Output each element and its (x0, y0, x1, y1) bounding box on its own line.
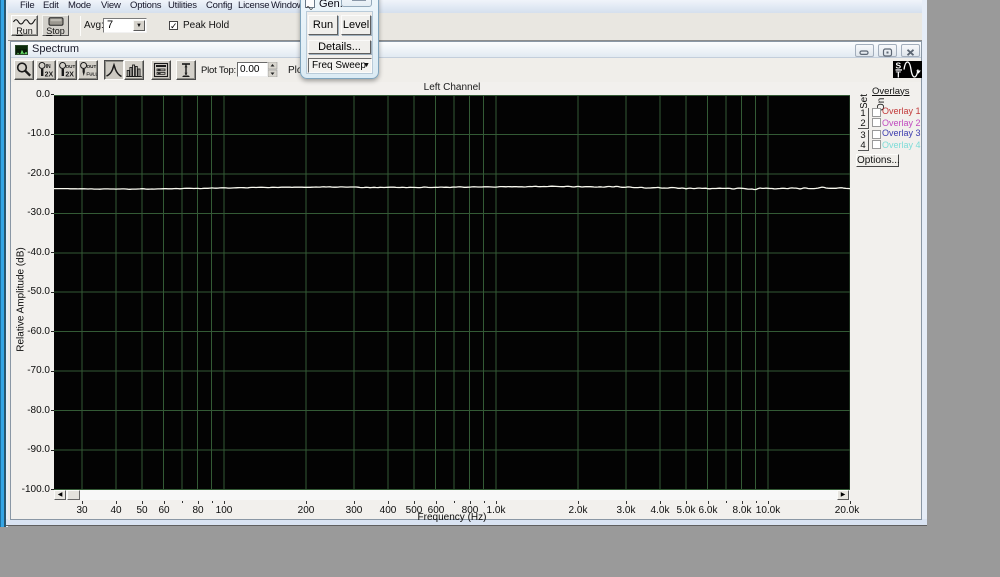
svg-text:T: T (896, 70, 902, 78)
svg-text:2X: 2X (45, 72, 54, 79)
svg-text:2X: 2X (65, 72, 74, 79)
svg-text:OUT: OUT (66, 64, 76, 69)
svg-text:OUT: OUT (87, 64, 97, 69)
svg-text:IN: IN (46, 64, 51, 70)
svg-text:FULL: FULL (86, 72, 97, 77)
